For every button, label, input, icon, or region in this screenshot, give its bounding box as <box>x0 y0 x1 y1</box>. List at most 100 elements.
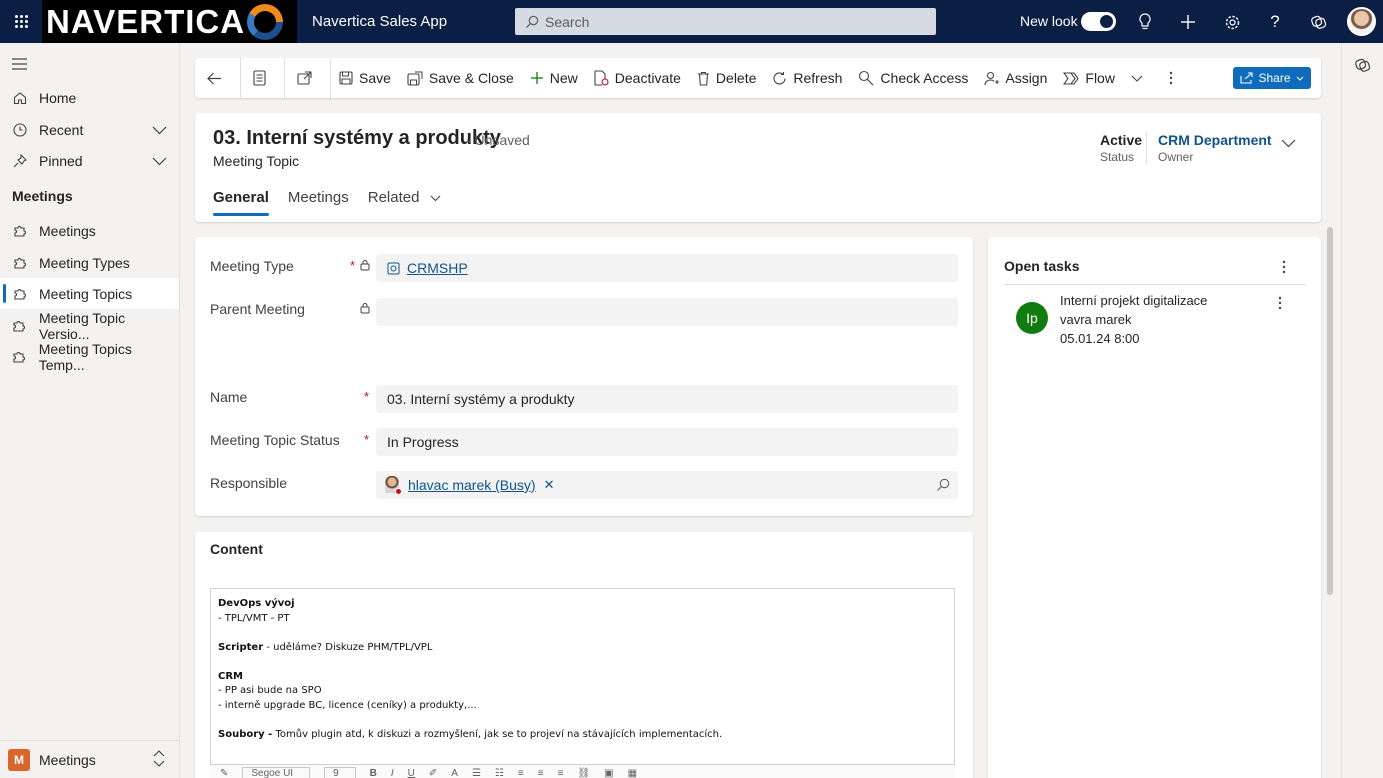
nav-item-pinned[interactable]: Pinned <box>0 145 179 176</box>
tab-related[interactable]: Related <box>368 189 441 216</box>
divider <box>1004 284 1306 285</box>
record-icon <box>387 262 400 274</box>
flow-icon <box>1063 71 1080 85</box>
name-field[interactable]: 03. Interní systémy a produkty <box>376 385 958 413</box>
chevron-up-down-icon <box>153 750 165 770</box>
delete-button[interactable]: Delete <box>689 58 764 98</box>
sidebar-item-meeting-topics[interactable]: Meeting Topics <box>0 278 179 309</box>
editor-line: Soubory - Tomův plugin atd, k diskuzi a … <box>218 728 723 740</box>
back-button[interactable] <box>195 58 240 98</box>
task-more-button[interactable] <box>1278 296 1282 313</box>
record-header: 03. Interní systémy a produkty - Unsaved… <box>195 113 1321 222</box>
chevron-down-icon[interactable] <box>152 122 167 138</box>
header-status: Active Status <box>1100 132 1142 164</box>
check-access-button[interactable]: Check Access <box>850 58 976 98</box>
rich-text-editor[interactable]: DevOps vývoj - TPL/VMT - PT Scripter - u… <box>210 588 955 778</box>
flow-dropdown-button[interactable] <box>1123 58 1157 98</box>
tasks-more-button[interactable] <box>1282 260 1286 277</box>
sidebar-item-meeting-types[interactable]: Meeting Types <box>0 247 179 278</box>
bullet-list-icon[interactable]: ☰ <box>472 768 481 778</box>
tab-general[interactable]: General <box>213 189 269 216</box>
plus-icon[interactable] <box>1177 11 1199 33</box>
area-switcher[interactable]: M Meetings <box>0 740 179 778</box>
record-title: 03. Interní systémy a produkty <box>213 127 501 149</box>
more-commands-button[interactable] <box>1157 58 1191 98</box>
copilot-icon[interactable] <box>1307 11 1329 33</box>
highlight-icon[interactable]: ✐ <box>429 768 437 778</box>
copilot-pane-icon[interactable] <box>1354 57 1371 77</box>
meeting-type-link[interactable]: CRMSHP <box>407 260 468 276</box>
align-left-icon[interactable]: ≡ <box>518 768 524 778</box>
deactivate-label: Deactivate <box>614 70 681 86</box>
header-expand-button[interactable] <box>1281 135 1296 151</box>
entity-name: Meeting Topic <box>213 153 300 169</box>
user-avatar[interactable] <box>1347 7 1376 36</box>
deactivate-button[interactable]: Deactivate <box>586 58 689 98</box>
gear-icon[interactable] <box>1221 11 1243 33</box>
app-name[interactable]: Navertica Sales App <box>312 13 447 30</box>
area-badge: M <box>8 748 30 771</box>
assign-label: Assign <box>1005 70 1048 86</box>
page-scrollbar[interactable] <box>1327 227 1333 595</box>
lightbulb-icon[interactable] <box>1134 11 1156 33</box>
owner-link[interactable]: CRM Department <box>1158 132 1272 148</box>
chevron-down-icon[interactable] <box>152 153 167 169</box>
italic-icon[interactable]: I <box>391 768 394 778</box>
underline-icon[interactable]: U <box>408 768 415 778</box>
document-icon <box>253 70 266 86</box>
search-input[interactable]: Search <box>515 8 936 35</box>
new-label: New <box>549 70 578 86</box>
font-select[interactable]: Segoe UI <box>242 767 311 778</box>
plus-icon <box>530 72 543 84</box>
task-avatar: Ip <box>1016 302 1048 334</box>
bold-icon[interactable]: B <box>370 768 377 778</box>
numbered-list-icon[interactable]: ☷ <box>495 768 504 778</box>
puzzle-icon <box>12 223 28 239</box>
puzzle-icon <box>12 286 28 302</box>
align-right-icon[interactable]: ≡ <box>558 768 564 778</box>
nav-item-home[interactable]: Home <box>0 82 179 113</box>
save-close-button[interactable]: Save & Close <box>399 58 522 98</box>
new-look-toggle[interactable] <box>1081 12 1116 31</box>
left-navigation: Home Recent Pinned Meetings Meetings Mee… <box>0 43 180 778</box>
help-icon[interactable]: ? <box>1264 11 1286 33</box>
flow-button[interactable]: Flow <box>1055 58 1123 98</box>
table-icon[interactable]: ▦ <box>628 768 637 778</box>
save-button[interactable]: Save <box>331 58 399 98</box>
tab-meetings[interactable]: Meetings <box>288 189 349 216</box>
share-button[interactable]: Share <box>1233 67 1311 89</box>
form-view-button[interactable] <box>241 58 284 98</box>
sidebar-item-meeting-topics-templates[interactable]: Meeting Topics Temp... <box>0 340 179 373</box>
app-launcher-button[interactable] <box>0 0 42 43</box>
nav-item-label: Home <box>39 89 77 106</box>
meeting-topic-status-field[interactable]: In Progress <box>376 428 958 456</box>
refresh-button[interactable]: Refresh <box>764 58 850 98</box>
save-close-label: Save & Close <box>428 70 514 86</box>
nav-item-recent[interactable]: Recent <box>0 114 179 145</box>
link-icon[interactable]: ⛓ <box>577 768 590 778</box>
chevron-down-icon <box>1131 75 1143 82</box>
brand-logo[interactable]: NAVERTICA <box>42 0 297 43</box>
image-icon[interactable]: ▣ <box>604 768 613 778</box>
font-color-icon[interactable]: A <box>451 768 458 778</box>
hamburger-menu-icon[interactable] <box>12 57 27 73</box>
open-new-window-button[interactable] <box>285 58 330 98</box>
sidebar-item-label: Meeting Topics Temp... <box>38 340 132 373</box>
assign-button[interactable]: Assign <box>976 58 1055 98</box>
sidebar-item-meeting-topic-versions[interactable]: Meeting Topic Versio... <box>0 310 179 342</box>
nav-section-title: Meetings <box>12 188 73 204</box>
font-size-select[interactable]: 9 <box>324 767 356 778</box>
name-label: Name <box>210 389 248 405</box>
sidebar-item-meetings[interactable]: Meetings <box>0 215 179 246</box>
more-vertical-icon <box>1282 260 1286 274</box>
format-painter-icon[interactable]: ✎ <box>220 768 228 778</box>
align-center-icon[interactable]: ≡ <box>538 768 544 778</box>
lookup-search-icon[interactable] <box>936 478 950 495</box>
parent-meeting-field[interactable] <box>376 298 958 326</box>
responsible-field[interactable]: hlavac marek (Busy) ✕ <box>376 471 958 499</box>
remove-responsible-icon[interactable]: ✕ <box>544 477 555 493</box>
new-button[interactable]: New <box>522 58 586 98</box>
person-icon <box>984 71 1000 85</box>
responsible-link[interactable]: hlavac marek (Busy) <box>408 477 536 493</box>
meeting-type-field[interactable]: CRMSHP <box>376 254 958 282</box>
